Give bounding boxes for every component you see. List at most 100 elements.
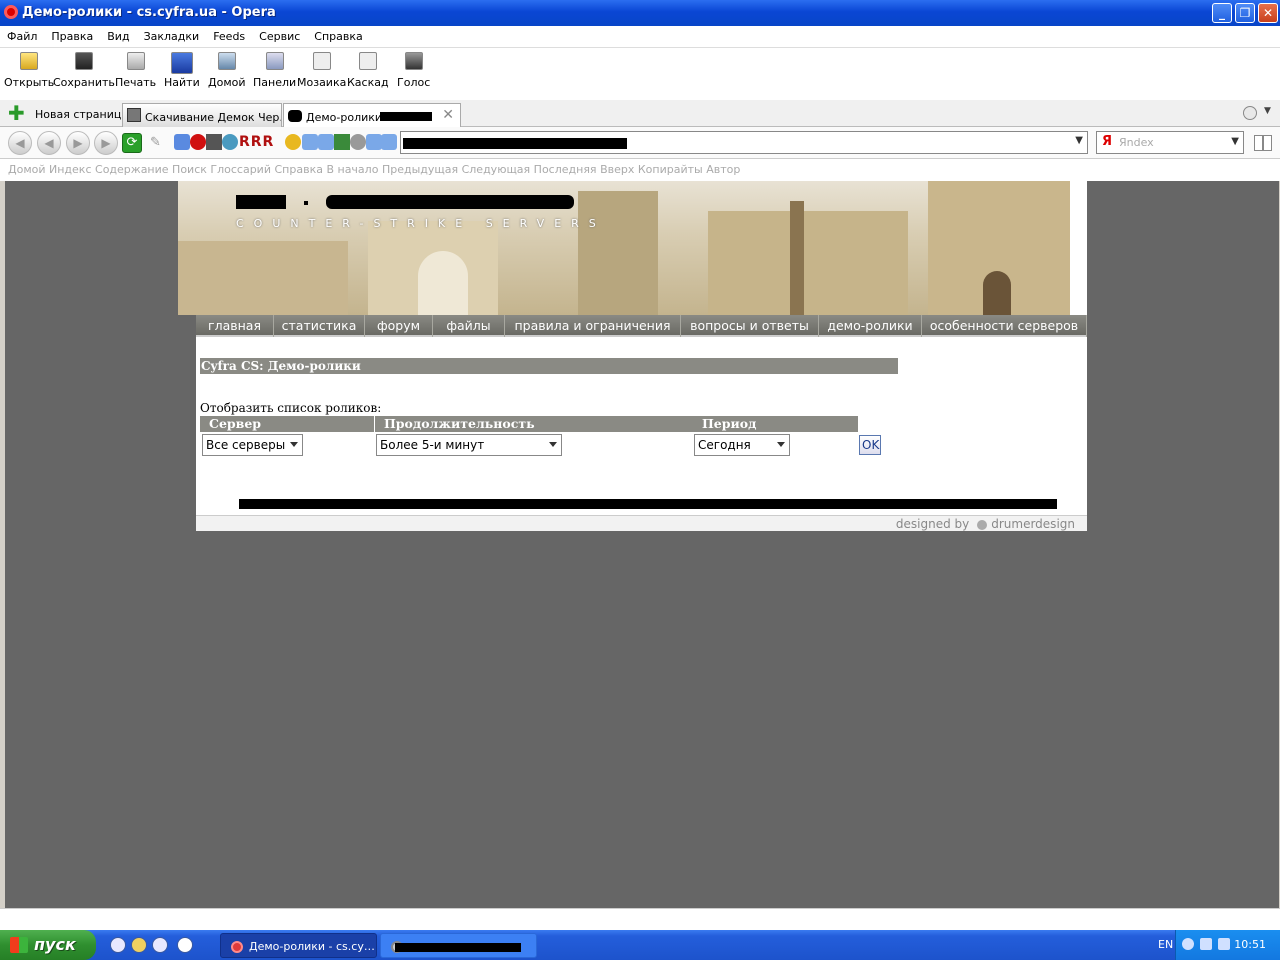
nav-link[interactable]: Домой	[8, 163, 46, 176]
panels-icon	[265, 52, 284, 70]
minimize-button[interactable]: _	[1212, 3, 1232, 23]
voice-button[interactable]: Голос	[397, 52, 430, 89]
nav-link[interactable]: Следующая	[462, 163, 531, 176]
nav-link[interactable]: Глоссарий	[210, 163, 271, 176]
nav-link[interactable]: В начало	[326, 163, 378, 176]
site-container: COUNTER-STRIKE SERVERS главная статистика…	[178, 181, 1087, 531]
opera-icon	[4, 5, 18, 19]
site-menu-item[interactable]: демо-ролики	[819, 315, 922, 337]
designed-by: designed by drumerdesign	[196, 515, 1087, 531]
panels-button[interactable]: Панели	[253, 52, 296, 89]
new-page-label[interactable]: Новая страница	[35, 108, 128, 121]
open-button[interactable]: Открыть	[4, 52, 54, 89]
cascade-button[interactable]: Каскад	[347, 52, 389, 89]
wand-icon[interactable]: ✎	[150, 135, 161, 150]
rewind-icon[interactable]: ◀	[8, 131, 32, 155]
designer-link[interactable]: drumerdesign	[991, 517, 1075, 531]
tile-button[interactable]: Мозаика	[297, 52, 346, 89]
menu-bookmarks[interactable]: Закладки	[137, 26, 207, 43]
tab-menu-icon[interactable]: ▼	[1264, 106, 1271, 116]
start-button[interactable]: пуск	[0, 930, 96, 960]
monitor-icon[interactable]	[1218, 938, 1230, 950]
nav-link[interactable]: Автор	[706, 163, 740, 176]
site-menu-item[interactable]: вопросы и ответы	[681, 315, 819, 337]
rrr-icon[interactable]: RRR	[239, 134, 274, 150]
site-menu-item[interactable]: статистика	[274, 315, 365, 337]
maximize-button[interactable]: ❐	[1235, 3, 1255, 23]
plugin-icon[interactable]	[318, 134, 334, 150]
info-icon[interactable]	[190, 134, 206, 150]
panel-toggle-icon[interactable]	[1254, 135, 1272, 151]
new-tab-icon[interactable]: ✚	[8, 103, 26, 123]
server-select[interactable]: Все серверы	[202, 434, 303, 456]
cs-icon[interactable]	[206, 134, 222, 150]
ie-icon[interactable]	[110, 937, 126, 953]
plugin-icon[interactable]	[302, 134, 318, 150]
site-menu-item[interactable]: файлы	[433, 315, 505, 337]
back-icon[interactable]: ◀	[37, 131, 61, 155]
language-indicator[interactable]: EN	[1158, 938, 1173, 951]
reload-icon[interactable]: ⟳	[122, 133, 142, 153]
plugin-icon[interactable]	[381, 134, 397, 150]
period-select[interactable]: Сегодня	[694, 434, 790, 456]
task-opera[interactable]: Демо-ролики - cs.cy…	[220, 933, 377, 958]
find-button[interactable]: Найти	[164, 52, 200, 89]
menu-help[interactable]: Справка	[307, 26, 369, 43]
forward-icon[interactable]: ▶	[66, 131, 90, 155]
site-menu-item[interactable]: правила и ограничения	[505, 315, 681, 337]
tab-demo-videos[interactable]: Демо-ролики - ✕	[283, 103, 461, 127]
redacted-favicon-icon	[288, 110, 302, 122]
nav-link[interactable]: Предыдущая	[382, 163, 458, 176]
calc-icon[interactable]	[334, 134, 350, 150]
nav-link[interactable]: Копирайты	[638, 163, 703, 176]
network-icon[interactable]	[1200, 938, 1212, 950]
site-banner: COUNTER-STRIKE SERVERS	[178, 181, 1070, 315]
banner-wall	[178, 241, 348, 315]
home-button[interactable]: Домой	[208, 52, 246, 89]
nav-link[interactable]: Содержание	[95, 163, 169, 176]
nav-link[interactable]: Вверх	[600, 163, 634, 176]
menu-file[interactable]: Файл	[0, 26, 44, 43]
plugin-icon[interactable]	[174, 134, 190, 150]
chevron-down-icon	[549, 442, 557, 447]
redacted-logo	[326, 195, 574, 209]
media-player-icon[interactable]	[177, 937, 193, 953]
site-menu-item[interactable]: главная	[196, 315, 274, 337]
trash-icon[interactable]	[1243, 106, 1257, 120]
nav-link[interactable]: Последняя	[534, 163, 597, 176]
plugin-icon[interactable]	[366, 134, 382, 150]
duration-select[interactable]: Более 5-и минут	[376, 434, 562, 456]
close-tab-icon[interactable]: ✕	[442, 107, 454, 123]
quicklaunch-icon[interactable]	[152, 937, 168, 953]
tray-expand-icon[interactable]	[1182, 938, 1194, 950]
address-dropdown-icon[interactable]: ▼	[1075, 135, 1083, 146]
menu-feeds[interactable]: Feeds	[206, 26, 252, 43]
search-input[interactable]: Я Яndex ▼	[1096, 131, 1244, 154]
smiley-icon[interactable]	[285, 134, 301, 150]
save-button[interactable]: Сохранить	[53, 52, 115, 89]
close-button[interactable]: ✕	[1258, 3, 1278, 23]
menu-edit[interactable]: Правка	[44, 26, 100, 43]
page-viewport: COUNTER-STRIKE SERVERS главная статистика…	[5, 181, 1279, 908]
task-redacted[interactable]	[380, 933, 537, 958]
fast-forward-icon[interactable]: ▶	[94, 131, 118, 155]
nav-link[interactable]: Поиск	[172, 163, 207, 176]
site-menu-item[interactable]: особенности серверов	[922, 315, 1087, 337]
hand-icon[interactable]	[350, 134, 366, 150]
page-title: Cyfra CS: Демо-ролики	[200, 358, 898, 374]
print-button[interactable]: Печать	[115, 52, 156, 89]
quicklaunch-icon[interactable]	[131, 937, 147, 953]
nav-link[interactable]: Справка	[274, 163, 322, 176]
nav-link[interactable]: Индекс	[49, 163, 92, 176]
search-dropdown-icon[interactable]: ▼	[1231, 136, 1239, 147]
banner-subtitle: COUNTER-STRIKE SERVERS	[236, 217, 606, 230]
address-field[interactable]: ▼	[400, 131, 1088, 154]
tab-downloads[interactable]: Скачивание Демок Чер…	[122, 103, 282, 127]
menu-tools[interactable]: Сервис	[252, 26, 307, 43]
menu-view[interactable]: Вид	[100, 26, 136, 43]
tab-bar: ✚ Новая страница Скачивание Демок Чер… Д…	[0, 100, 1280, 127]
site-menu-item[interactable]: форум	[365, 315, 433, 337]
opera-icon	[231, 941, 243, 953]
skype-icon[interactable]	[222, 134, 238, 150]
ok-button[interactable]: OK	[859, 435, 881, 455]
